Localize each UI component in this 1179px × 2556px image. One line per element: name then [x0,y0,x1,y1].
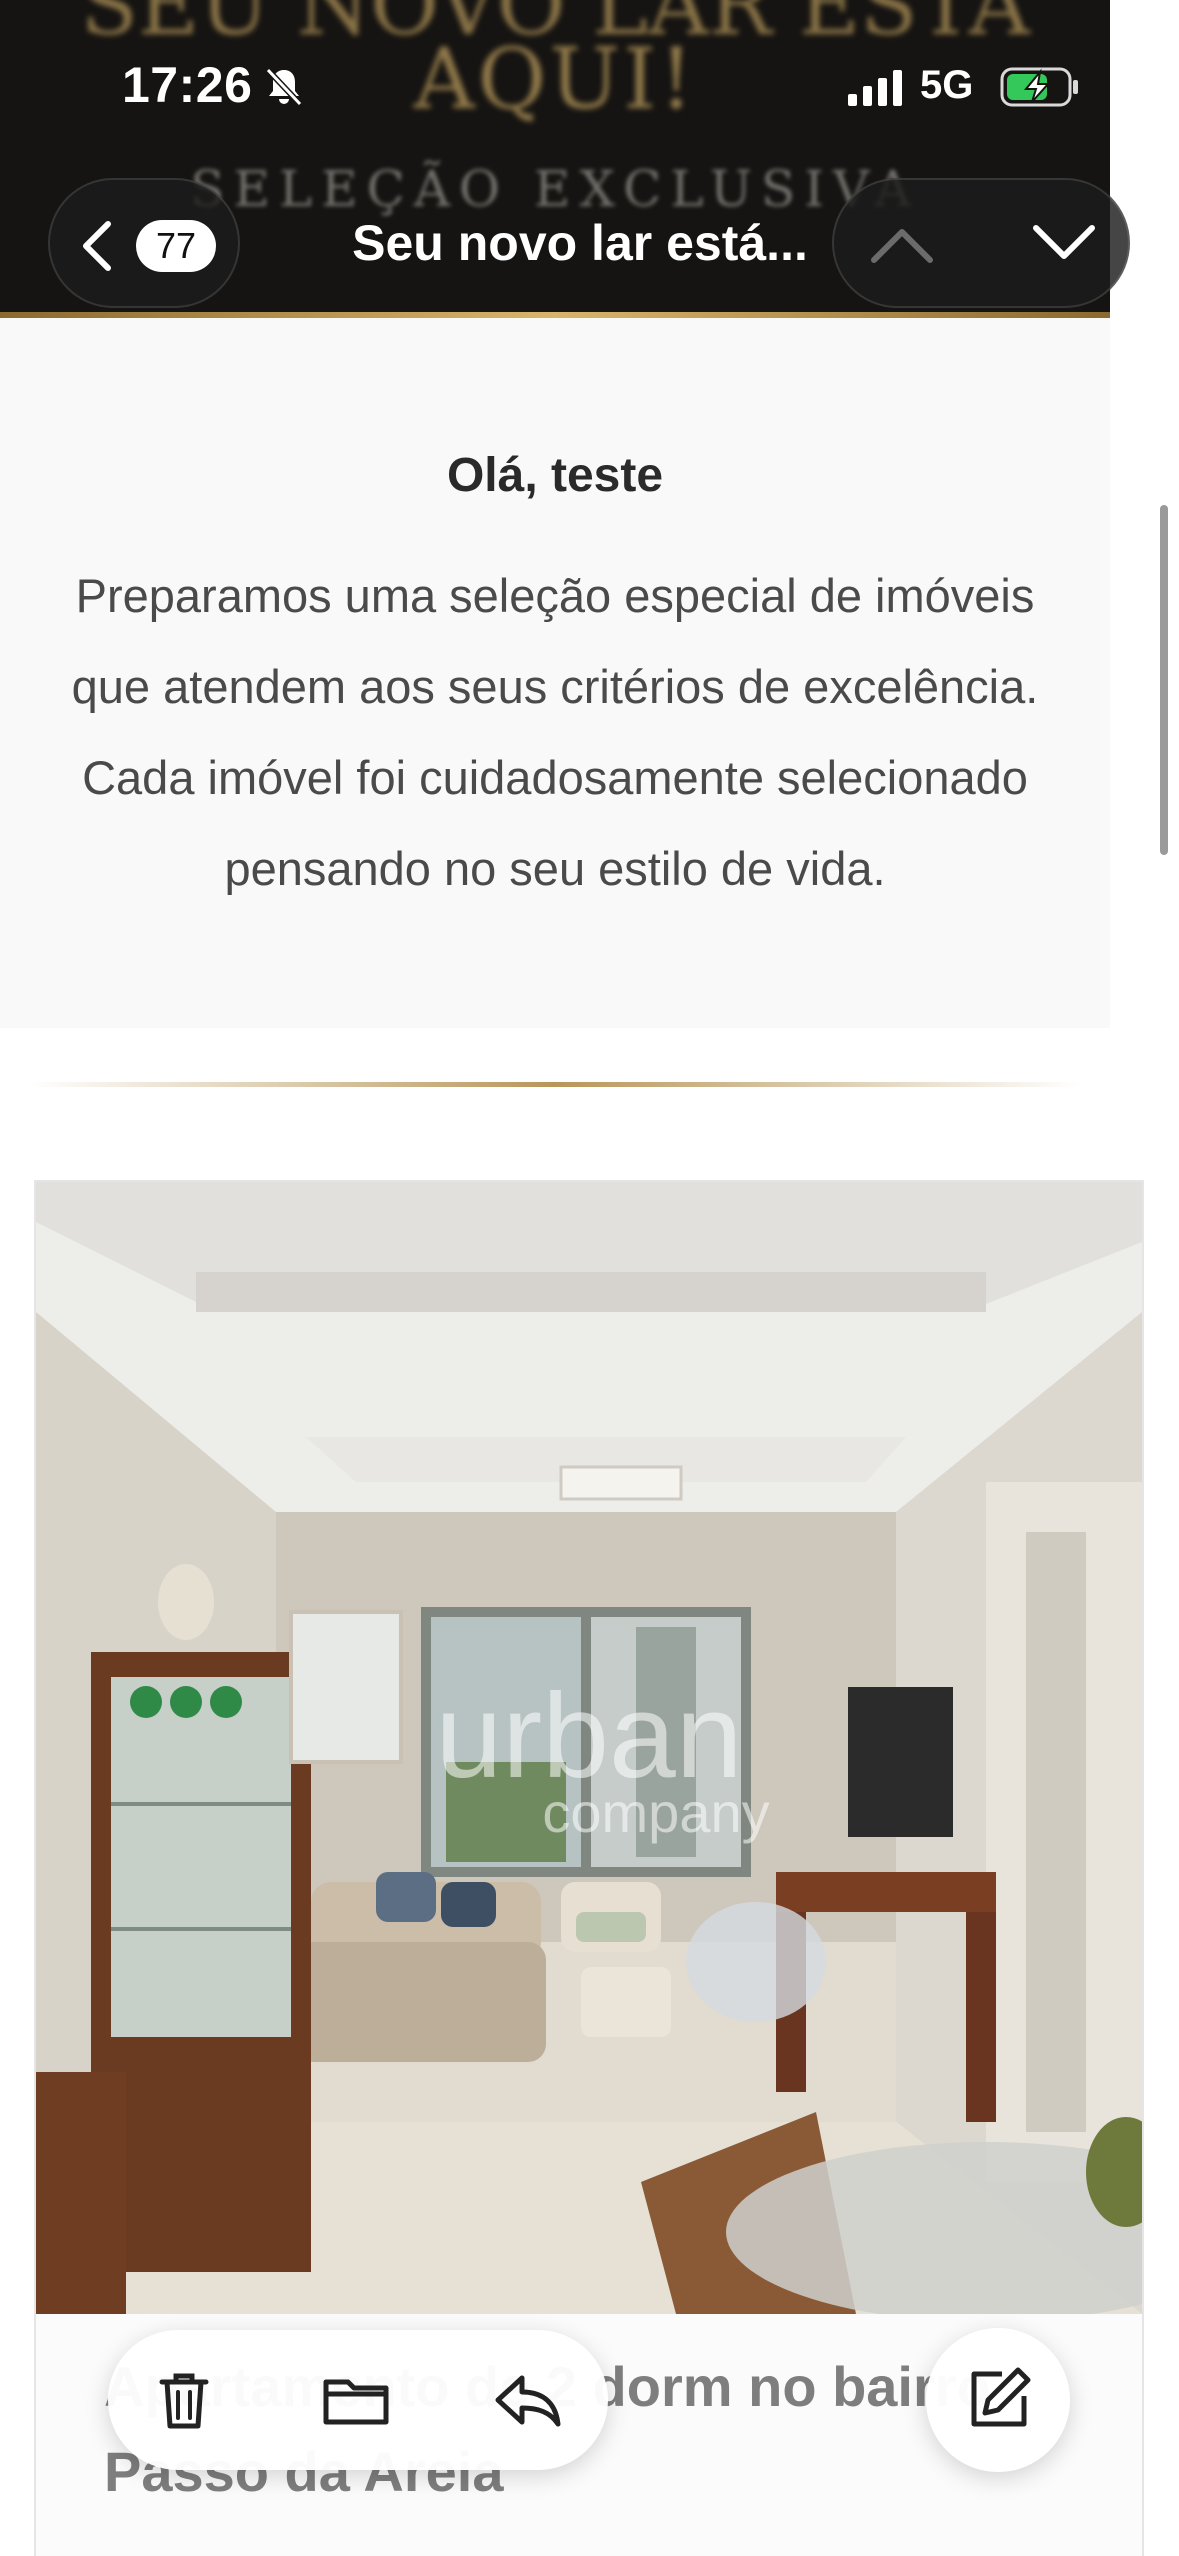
back-button[interactable]: 77 [48,178,240,308]
battery-charging-icon [1000,67,1078,107]
message-navigation [832,178,1130,308]
network-type: 5G [920,63,974,107]
chevron-left-icon [83,221,111,271]
gold-divider [30,1082,1080,1087]
status-time: 17:26 [122,57,253,113]
message-count-badge: 77 [136,220,216,272]
message-action-bar [108,2330,608,2470]
chevron-down-icon[interactable] [1032,224,1096,264]
property-photo[interactable]: urban company [36,1182,1142,2314]
message-subject-title: Seu novo lar está... [352,215,808,271]
intro-paragraph: Preparamos uma seleção especial de imóve… [71,569,1039,895]
chevron-up-icon[interactable] [870,224,934,264]
trash-icon[interactable] [148,2364,220,2436]
reply-icon[interactable] [492,2364,564,2436]
greeting-heading: Olá, teste [446,449,664,502]
photo-watermark-sub: company [542,1781,769,1844]
email-intro-section: Olá, teste Preparamos uma seleção especi… [0,318,1110,1028]
bell-slash-icon [265,67,303,107]
compose-button[interactable] [926,2328,1070,2472]
scroll-indicator[interactable] [1160,505,1168,855]
compose-icon [971,2367,1031,2427]
living-room-photo: urban company [36,1182,1142,2314]
signal-bars-icon [848,70,902,106]
folder-icon[interactable] [320,2364,392,2436]
mail-screen: SEU NOVO LAR ESTÁ AQUI! SELEÇÃO EXCLUSIV… [0,0,1179,2556]
